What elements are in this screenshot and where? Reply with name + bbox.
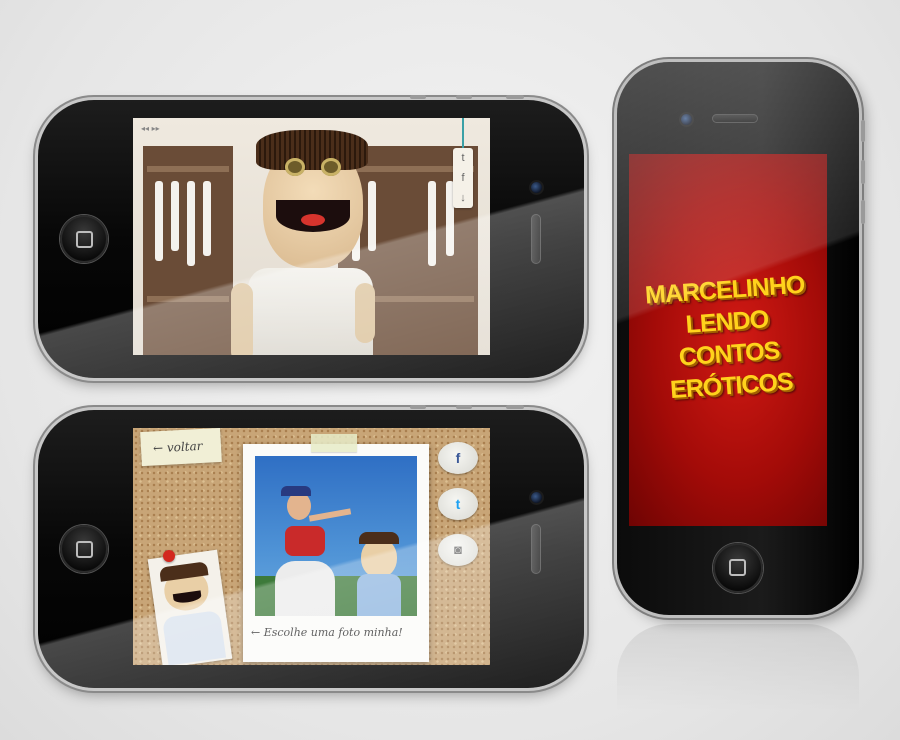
phone-reflection [617, 624, 859, 734]
volume-button [456, 405, 472, 409]
family-photo[interactable] [255, 456, 417, 616]
puppet-arm-right [355, 283, 375, 343]
volume-down-button [861, 200, 865, 224]
front-camera [681, 114, 692, 125]
mute-switch [506, 405, 524, 409]
mute-switch [506, 95, 524, 99]
facebook-icon[interactable]: f [453, 168, 473, 188]
tag-string [462, 118, 464, 148]
instagram-icon: ◙ [454, 542, 462, 557]
front-camera [531, 492, 542, 503]
puppet-hair [256, 130, 368, 170]
back-note[interactable]: ← voltar [140, 428, 222, 467]
earpiece-speaker [531, 524, 541, 574]
home-button[interactable] [60, 215, 108, 263]
wardrobe-left [143, 146, 233, 355]
home-button[interactable] [713, 543, 763, 593]
screen-photo-board: ← voltar ← Escolhe uma foto minha! f t ◙ [133, 428, 490, 665]
puppet-arm-left [231, 283, 253, 355]
twitter-icon[interactable]: t [453, 148, 473, 168]
home-button[interactable] [60, 525, 108, 573]
screen-puppet-video: ◂◂ ▸▸ t f ↓ [133, 118, 490, 355]
title-line-2: CONTOS ERÓTICOS [669, 336, 794, 405]
puppet-photo-cutout[interactable] [147, 549, 233, 665]
front-camera [531, 182, 542, 193]
volume-button [410, 405, 426, 409]
share-tag: t f ↓ [453, 148, 473, 208]
app-title: MARCELINHO LENDO CONTOS ERÓTICOS [625, 267, 831, 409]
puppet-eye-right [321, 158, 341, 176]
tape-strip [311, 434, 357, 452]
twitter-icon: t [455, 496, 461, 512]
choose-photo-caption: ← Escolhe uma foto minha! [251, 626, 403, 639]
pushpin-icon [163, 550, 175, 562]
earpiece-speaker [531, 214, 541, 264]
facebook-icon: f [455, 450, 461, 466]
back-link[interactable]: ← voltar [153, 439, 203, 456]
photo-share-bubble[interactable]: ◙ [438, 534, 478, 566]
phone-landscape-top: ◂◂ ▸▸ t f ↓ [38, 100, 584, 378]
phone-portrait: MARCELINHO LENDO CONTOS ERÓTICOS [617, 62, 859, 615]
twitter-share-bubble[interactable]: t [438, 488, 478, 520]
volume-up-button [861, 160, 865, 184]
puppet-tongue [301, 214, 325, 226]
facebook-share-bubble[interactable]: f [438, 442, 478, 474]
volume-button [456, 95, 472, 99]
playback-nav[interactable]: ◂◂ ▸▸ [141, 124, 160, 133]
download-icon[interactable]: ↓ [453, 188, 473, 208]
volume-button [410, 95, 426, 99]
screen-title-splash[interactable]: MARCELINHO LENDO CONTOS ERÓTICOS [629, 154, 827, 526]
polaroid-frame: ← Escolhe uma foto minha! [243, 444, 429, 662]
phone-landscape-bottom: ← voltar ← Escolhe uma foto minha! f t ◙ [38, 410, 584, 688]
puppet-eye-left [285, 158, 305, 176]
mute-switch [861, 120, 865, 142]
earpiece-speaker [712, 114, 758, 123]
